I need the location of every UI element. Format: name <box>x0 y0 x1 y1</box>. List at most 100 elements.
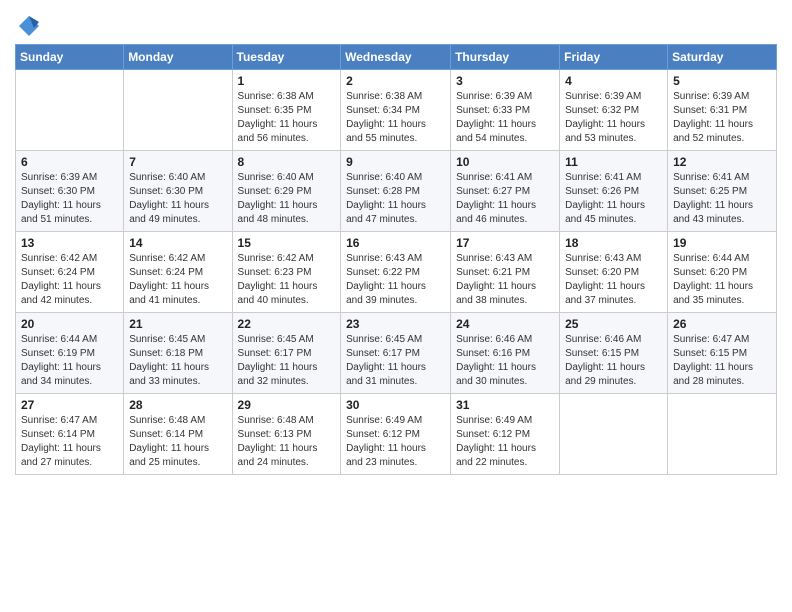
day-number: 19 <box>673 236 771 250</box>
calendar-week-4: 27 Sunrise: 6:47 AM Sunset: 6:14 PM Dayli… <box>16 394 777 475</box>
cell-details: Sunrise: 6:42 AM Sunset: 6:24 PM Dayligh… <box>129 252 226 308</box>
cell-details: Sunrise: 6:48 AM Sunset: 6:14 PM Dayligh… <box>129 414 226 470</box>
calendar-cell: 25Sunrise: 6:46 AM Sunset: 6:15 PM Dayli… <box>560 313 668 394</box>
calendar-cell: 16Sunrise: 6:43 AM Sunset: 6:22 PM Dayli… <box>341 232 451 313</box>
day-number: 30 <box>346 398 445 412</box>
calendar-cell <box>560 394 668 475</box>
cell-details: Sunrise: 6:39 AM Sunset: 6:33 PM Dayligh… <box>456 90 554 146</box>
cell-details: Sunrise: 6:42 AM Sunset: 6:24 PM Dayligh… <box>21 252 118 308</box>
cell-details: Sunrise: 6:47 AM Sunset: 6:14 PM Dayligh… <box>21 414 118 470</box>
cell-details: Sunrise: 6:40 AM Sunset: 6:28 PM Dayligh… <box>346 171 445 227</box>
calendar-header-row: SundayMondayTuesdayWednesdayThursdayFrid… <box>16 45 777 70</box>
cell-details: Sunrise: 6:40 AM Sunset: 6:29 PM Dayligh… <box>238 171 336 227</box>
calendar-cell: 9 Sunrise: 6:40 AM Sunset: 6:28 PM Daylig… <box>341 151 451 232</box>
day-number: 3 <box>456 74 554 88</box>
day-number: 24 <box>456 317 554 331</box>
col-header-friday: Friday <box>560 45 668 70</box>
cell-details: Sunrise: 6:39 AM Sunset: 6:31 PM Dayligh… <box>673 90 771 146</box>
calendar-cell <box>668 394 777 475</box>
day-number: 4 <box>565 74 662 88</box>
page-container: SundayMondayTuesdayWednesdayThursdayFrid… <box>0 0 792 490</box>
day-number: 15 <box>238 236 336 250</box>
cell-details: Sunrise: 6:40 AM Sunset: 6:30 PM Dayligh… <box>129 171 226 227</box>
day-number: 7 <box>129 155 226 169</box>
calendar-cell <box>16 70 124 151</box>
calendar-cell: 4 Sunrise: 6:39 AM Sunset: 6:32 PM Daylig… <box>560 70 668 151</box>
cell-details: Sunrise: 6:44 AM Sunset: 6:20 PM Dayligh… <box>673 252 771 308</box>
col-header-sunday: Sunday <box>16 45 124 70</box>
calendar-cell: 26 Sunrise: 6:47 AM Sunset: 6:15 PM Dayli… <box>668 313 777 394</box>
cell-details: Sunrise: 6:45 AM Sunset: 6:18 PM Dayligh… <box>129 333 226 389</box>
day-number: 8 <box>238 155 336 169</box>
calendar-cell: 29 Sunrise: 6:48 AM Sunset: 6:13 PM Dayli… <box>232 394 341 475</box>
calendar-cell: 13Sunrise: 6:42 AM Sunset: 6:24 PM Dayli… <box>16 232 124 313</box>
cell-details: Sunrise: 6:49 AM Sunset: 6:12 PM Dayligh… <box>346 414 445 470</box>
day-number: 21 <box>129 317 226 331</box>
day-number: 10 <box>456 155 554 169</box>
cell-details: Sunrise: 6:38 AM Sunset: 6:35 PM Dayligh… <box>238 90 336 146</box>
calendar-cell: 12Sunrise: 6:41 AM Sunset: 6:25 PM Dayli… <box>668 151 777 232</box>
col-header-monday: Monday <box>124 45 232 70</box>
calendar-cell: 5 Sunrise: 6:39 AM Sunset: 6:31 PM Daylig… <box>668 70 777 151</box>
calendar-cell: 27 Sunrise: 6:47 AM Sunset: 6:14 PM Dayli… <box>16 394 124 475</box>
calendar-cell: 7 Sunrise: 6:40 AM Sunset: 6:30 PM Daylig… <box>124 151 232 232</box>
calendar-cell: 8 Sunrise: 6:40 AM Sunset: 6:29 PM Daylig… <box>232 151 341 232</box>
cell-details: Sunrise: 6:48 AM Sunset: 6:13 PM Dayligh… <box>238 414 336 470</box>
calendar-cell: 28 Sunrise: 6:48 AM Sunset: 6:14 PM Dayli… <box>124 394 232 475</box>
day-number: 18 <box>565 236 662 250</box>
calendar-cell: 2Sunrise: 6:38 AM Sunset: 6:34 PM Daylig… <box>341 70 451 151</box>
page-header <box>15 10 777 38</box>
calendar-cell: 15 Sunrise: 6:42 AM Sunset: 6:23 PM Dayli… <box>232 232 341 313</box>
day-number: 26 <box>673 317 771 331</box>
day-number: 28 <box>129 398 226 412</box>
cell-details: Sunrise: 6:47 AM Sunset: 6:15 PM Dayligh… <box>673 333 771 389</box>
calendar-cell: 30 Sunrise: 6:49 AM Sunset: 6:12 PM Dayli… <box>341 394 451 475</box>
cell-details: Sunrise: 6:43 AM Sunset: 6:21 PM Dayligh… <box>456 252 554 308</box>
calendar-cell: 17 Sunrise: 6:43 AM Sunset: 6:21 PM Dayli… <box>451 232 560 313</box>
calendar-cell: 1 Sunrise: 6:38 AM Sunset: 6:35 PM Daylig… <box>232 70 341 151</box>
calendar-cell: 23 Sunrise: 6:45 AM Sunset: 6:17 PM Dayli… <box>341 313 451 394</box>
calendar-cell: 20Sunrise: 6:44 AM Sunset: 6:19 PM Dayli… <box>16 313 124 394</box>
cell-details: Sunrise: 6:41 AM Sunset: 6:27 PM Dayligh… <box>456 171 554 227</box>
cell-details: Sunrise: 6:45 AM Sunset: 6:17 PM Dayligh… <box>238 333 336 389</box>
calendar-cell: 22Sunrise: 6:45 AM Sunset: 6:17 PM Dayli… <box>232 313 341 394</box>
day-number: 9 <box>346 155 445 169</box>
cell-details: Sunrise: 6:49 AM Sunset: 6:12 PM Dayligh… <box>456 414 554 470</box>
cell-details: Sunrise: 6:46 AM Sunset: 6:15 PM Dayligh… <box>565 333 662 389</box>
day-number: 12 <box>673 155 771 169</box>
cell-details: Sunrise: 6:39 AM Sunset: 6:30 PM Dayligh… <box>21 171 118 227</box>
calendar-week-2: 13Sunrise: 6:42 AM Sunset: 6:24 PM Dayli… <box>16 232 777 313</box>
day-number: 2 <box>346 74 445 88</box>
day-number: 11 <box>565 155 662 169</box>
calendar-cell <box>124 70 232 151</box>
calendar-cell: 14 Sunrise: 6:42 AM Sunset: 6:24 PM Dayli… <box>124 232 232 313</box>
day-number: 31 <box>456 398 554 412</box>
day-number: 29 <box>238 398 336 412</box>
cell-details: Sunrise: 6:45 AM Sunset: 6:17 PM Dayligh… <box>346 333 445 389</box>
col-header-saturday: Saturday <box>668 45 777 70</box>
cell-details: Sunrise: 6:46 AM Sunset: 6:16 PM Dayligh… <box>456 333 554 389</box>
calendar-cell: 18Sunrise: 6:43 AM Sunset: 6:20 PM Dayli… <box>560 232 668 313</box>
day-number: 14 <box>129 236 226 250</box>
day-number: 1 <box>238 74 336 88</box>
day-number: 27 <box>21 398 118 412</box>
calendar-cell: 10 Sunrise: 6:41 AM Sunset: 6:27 PM Dayli… <box>451 151 560 232</box>
day-number: 5 <box>673 74 771 88</box>
col-header-wednesday: Wednesday <box>341 45 451 70</box>
logo-icon <box>17 14 41 38</box>
day-number: 6 <box>21 155 118 169</box>
calendar-cell: 3 Sunrise: 6:39 AM Sunset: 6:33 PM Daylig… <box>451 70 560 151</box>
calendar-cell: 24 Sunrise: 6:46 AM Sunset: 6:16 PM Dayli… <box>451 313 560 394</box>
cell-details: Sunrise: 6:42 AM Sunset: 6:23 PM Dayligh… <box>238 252 336 308</box>
day-number: 23 <box>346 317 445 331</box>
cell-details: Sunrise: 6:43 AM Sunset: 6:22 PM Dayligh… <box>346 252 445 308</box>
calendar-table: SundayMondayTuesdayWednesdayThursdayFrid… <box>15 44 777 475</box>
cell-details: Sunrise: 6:39 AM Sunset: 6:32 PM Dayligh… <box>565 90 662 146</box>
calendar-cell: 11Sunrise: 6:41 AM Sunset: 6:26 PM Dayli… <box>560 151 668 232</box>
calendar-week-0: 1 Sunrise: 6:38 AM Sunset: 6:35 PM Daylig… <box>16 70 777 151</box>
calendar-cell: 6 Sunrise: 6:39 AM Sunset: 6:30 PM Daylig… <box>16 151 124 232</box>
day-number: 20 <box>21 317 118 331</box>
day-number: 17 <box>456 236 554 250</box>
calendar-cell: 19 Sunrise: 6:44 AM Sunset: 6:20 PM Dayli… <box>668 232 777 313</box>
col-header-thursday: Thursday <box>451 45 560 70</box>
